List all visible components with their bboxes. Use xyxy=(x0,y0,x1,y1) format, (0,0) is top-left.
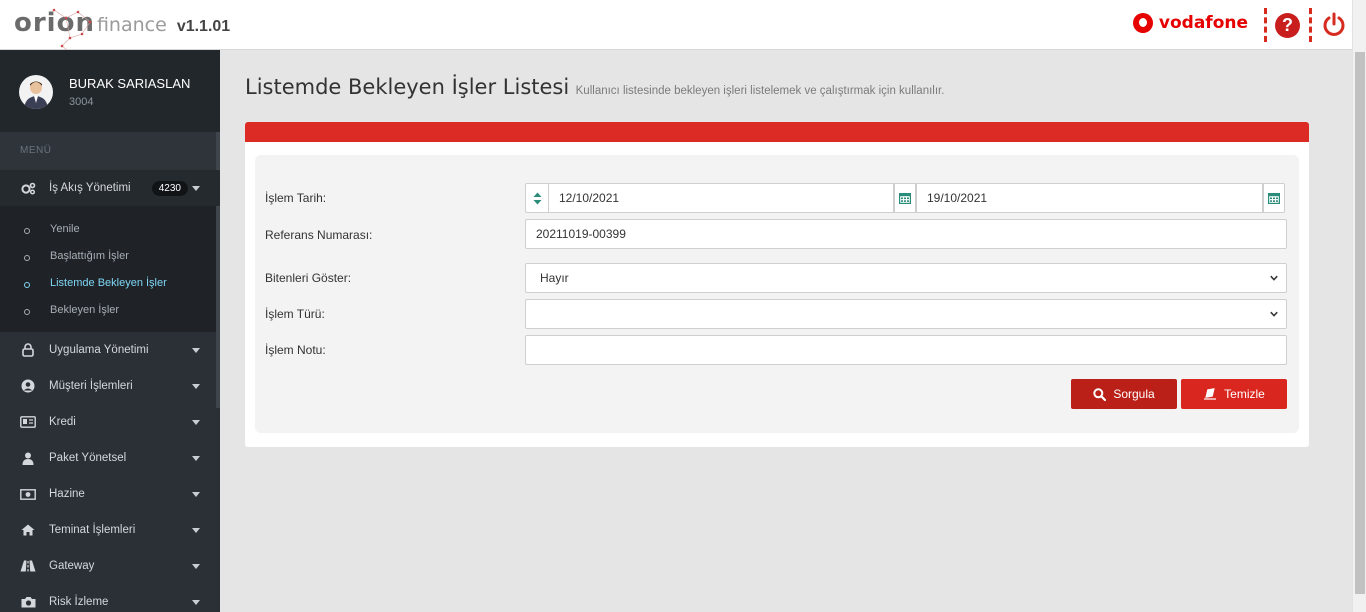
chevron-down-icon xyxy=(192,384,200,389)
user-name: BURAK SARIASLAN xyxy=(69,76,191,91)
home-icon xyxy=(20,522,36,538)
avatar[interactable] xyxy=(19,75,53,109)
clear-button[interactable]: Temizle xyxy=(1181,379,1287,409)
show-completed-label: Bitenleri Göster: xyxy=(265,271,352,285)
search-icon xyxy=(1093,387,1107,401)
query-button-label: Sorgula xyxy=(1113,387,1155,401)
reference-label: Referans Numarası: xyxy=(265,228,373,242)
sidebar-item-label: Uygulama Yönetimi xyxy=(49,344,149,356)
gears-icon xyxy=(20,180,36,196)
sidebar-item-label: İş Akış Yönetimi xyxy=(49,182,131,194)
vodafone-brand: vodafone xyxy=(1132,13,1248,33)
scrollbar-thumb[interactable] xyxy=(1355,52,1365,594)
sidebar-item-label: Hazine xyxy=(49,488,85,500)
panel-header-bar xyxy=(245,122,1309,142)
sidebar-item-hazine[interactable]: Hazine xyxy=(0,476,220,512)
clear-button-label: Temizle xyxy=(1224,387,1265,401)
sidebar-item-label: Kredi xyxy=(49,416,76,428)
sidebar-item-teminat-islemleri[interactable]: Teminat İşlemleri xyxy=(0,512,220,548)
header-divider xyxy=(1309,8,1312,42)
show-completed-select[interactable]: Hayır xyxy=(525,263,1287,293)
query-button[interactable]: Sorgula xyxy=(1071,379,1177,409)
id-card-icon xyxy=(20,414,36,430)
chevron-down-icon xyxy=(1270,275,1278,281)
sidebar-item-label: Paket Yönetsel xyxy=(49,452,127,464)
sidebar-item-is-akis-yonetimi[interactable]: İş Akış Yönetimi 4230 xyxy=(0,170,220,206)
submenu-item-listemde-bekleyen-isler[interactable]: Listemde Bekleyen İşler xyxy=(0,270,220,297)
chevron-down-icon xyxy=(1270,311,1278,317)
sort-icon[interactable] xyxy=(525,183,548,213)
transaction-type-label: İşlem Türü: xyxy=(265,307,325,321)
submenu-item-bekleyen-isler[interactable]: Bekleyen İşler xyxy=(0,297,220,324)
page-title: Listemde Bekleyen İşler Listesi xyxy=(245,75,570,99)
chevron-down-icon xyxy=(192,456,200,461)
transaction-note-input[interactable] xyxy=(525,335,1287,365)
header-divider xyxy=(1264,8,1267,42)
power-icon[interactable] xyxy=(1321,12,1347,38)
road-icon xyxy=(20,558,36,574)
date-label: İşlem Tarih: xyxy=(265,191,327,205)
sidebar-item-label: Risk İzleme xyxy=(49,596,109,608)
vodafone-logo-icon xyxy=(1132,13,1153,33)
chevron-down-icon xyxy=(192,528,200,533)
chevron-down-icon xyxy=(192,348,200,353)
sidebar-item-paket-yonetsel[interactable]: Paket Yönetsel xyxy=(0,440,220,476)
chevron-down-icon xyxy=(192,564,200,569)
app-version: v1.1.01 xyxy=(176,18,231,35)
count-badge: 4230 xyxy=(151,181,188,196)
page-description: Kullanıcı listesinde bekleyen işleri lis… xyxy=(575,85,945,97)
calendar-icon[interactable] xyxy=(894,183,916,213)
show-completed-value: Hayır xyxy=(540,271,569,285)
user-icon xyxy=(20,450,36,466)
app-logo[interactable]: orion finance v1.1.01 xyxy=(14,8,231,56)
chevron-down-icon xyxy=(192,186,200,191)
submenu-item-yenile[interactable]: Yenile xyxy=(0,216,220,243)
date-from-input[interactable]: 12/10/2021 xyxy=(548,183,894,213)
submenu-item-baslattigim-isler[interactable]: Başlattığım İşler xyxy=(0,243,220,270)
sidebar-item-uygulama-yonetimi[interactable]: Uygulama Yönetimi xyxy=(0,332,220,368)
filter-form: İşlem Tarih: 12/10/2021 19/10/2021 Refer… xyxy=(255,155,1299,433)
chevron-down-icon xyxy=(192,420,200,425)
sidebar-item-musteri-islemleri[interactable]: Müşteri İşlemleri xyxy=(0,368,220,404)
transaction-note-label: İşlem Notu: xyxy=(265,343,326,357)
vodafone-brand-text: vodafone xyxy=(1158,13,1248,33)
sidebar-item-label: Teminat İşlemleri xyxy=(49,524,136,536)
user-circle-icon xyxy=(20,378,36,394)
sidebar-item-label: Gateway xyxy=(49,560,95,572)
user-panel: BURAK SARIASLAN 3004 xyxy=(0,50,220,132)
chevron-down-icon xyxy=(192,600,200,605)
filter-panel: İşlem Tarih: 12/10/2021 19/10/2021 Refer… xyxy=(245,122,1309,447)
sidebar-item-kredi[interactable]: Kredi xyxy=(0,404,220,440)
calendar-icon[interactable] xyxy=(1263,183,1285,213)
lock-icon xyxy=(20,342,36,358)
submenu: Yenile Başlattığım İşler Listemde Bekley… xyxy=(0,206,220,332)
page-scrollbar[interactable] xyxy=(1352,0,1366,612)
date-to-input[interactable]: 19/10/2021 xyxy=(916,183,1263,213)
camera-icon xyxy=(20,594,36,610)
chevron-down-icon xyxy=(192,492,200,497)
page-header: Listemde Bekleyen İşler Listesi Kullanıc… xyxy=(245,75,944,99)
top-header: orion finance v1.1.01 vodafone ? xyxy=(0,0,1352,56)
money-icon xyxy=(20,486,36,502)
sidebar-item-risk-izleme[interactable]: Risk İzleme xyxy=(0,584,220,612)
logo-finance-text: finance xyxy=(96,14,167,36)
eraser-icon xyxy=(1204,388,1217,400)
question-circle-icon[interactable]: ? xyxy=(1275,13,1300,38)
sidebar: BURAK SARIASLAN 3004 MENÜ İş Akış Yöneti… xyxy=(0,50,220,612)
user-id: 3004 xyxy=(69,96,94,108)
transaction-type-select[interactable] xyxy=(525,299,1287,329)
sidebar-item-label: Müşteri İşlemleri xyxy=(49,380,133,392)
menu-title: MENÜ xyxy=(0,132,220,170)
sidebar-item-gateway[interactable]: Gateway xyxy=(0,548,220,584)
reference-number-input[interactable]: 20211019-00399 xyxy=(525,219,1287,249)
